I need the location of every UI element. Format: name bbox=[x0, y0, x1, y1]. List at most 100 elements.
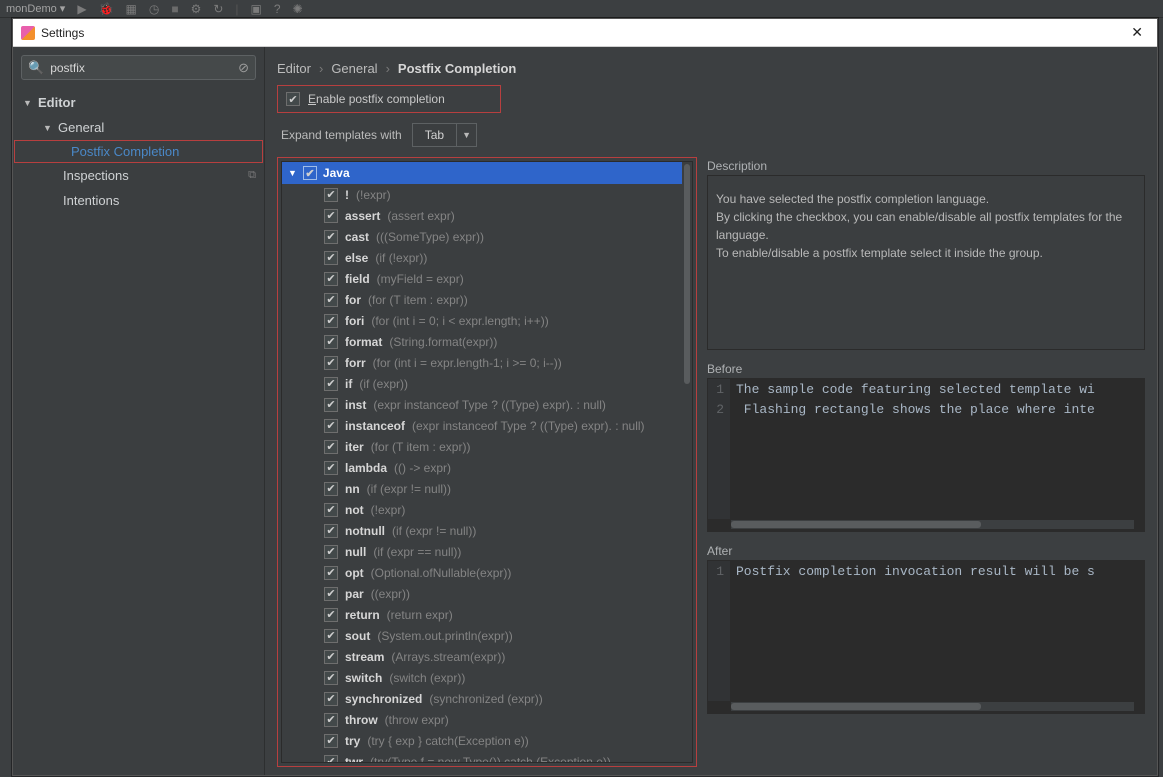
tree-inspections[interactable]: Inspections ⧉ bbox=[13, 163, 264, 188]
tool-icon-3[interactable]: ▣ bbox=[251, 2, 262, 16]
horizontal-scrollbar[interactable] bbox=[731, 702, 1134, 711]
template-checkbox[interactable]: ✔ bbox=[324, 419, 338, 433]
template-item[interactable]: ✔twr(try(Type f = new Type()) catch (Exc… bbox=[282, 751, 684, 762]
template-item[interactable]: ✔field(myField = expr) bbox=[282, 268, 684, 289]
template-name: instanceof bbox=[345, 419, 405, 433]
template-checkbox[interactable]: ✔ bbox=[324, 629, 338, 643]
template-checkbox[interactable]: ✔ bbox=[324, 755, 338, 763]
scrollbar-thumb[interactable] bbox=[731, 521, 981, 528]
template-checkbox[interactable]: ✔ bbox=[324, 734, 338, 748]
clear-search-icon[interactable]: ⊘ bbox=[238, 60, 249, 76]
profile-icon[interactable]: ◷ bbox=[149, 2, 159, 16]
template-item[interactable]: ✔else(if (!expr)) bbox=[282, 247, 684, 268]
template-checkbox[interactable]: ✔ bbox=[324, 356, 338, 370]
template-checkbox[interactable]: ✔ bbox=[324, 482, 338, 496]
template-desc: (if (expr == null)) bbox=[373, 545, 461, 559]
template-item[interactable]: ✔inst(expr instanceof Type ? ((Type) exp… bbox=[282, 394, 684, 415]
template-item[interactable]: ✔notnull(if (expr != null)) bbox=[282, 520, 684, 541]
template-item[interactable]: ✔stream(Arrays.stream(expr)) bbox=[282, 646, 684, 667]
tree-postfix-completion[interactable]: Postfix Completion bbox=[14, 140, 263, 163]
template-checkbox[interactable]: ✔ bbox=[324, 377, 338, 391]
run-icon[interactable]: ▶ bbox=[77, 2, 86, 16]
template-item[interactable]: ✔cast(((SomeType) expr)) bbox=[282, 226, 684, 247]
template-checkbox[interactable]: ✔ bbox=[324, 209, 338, 223]
lang-java-checkbox[interactable]: ✔ bbox=[303, 166, 317, 180]
template-item[interactable]: ✔try(try { exp } catch(Exception e)) bbox=[282, 730, 684, 751]
search-box[interactable]: 🔍 ⊘ bbox=[21, 55, 256, 80]
template-checkbox[interactable]: ✔ bbox=[324, 188, 338, 202]
template-checkbox[interactable]: ✔ bbox=[324, 671, 338, 685]
template-checkbox[interactable]: ✔ bbox=[324, 440, 338, 454]
template-checkbox[interactable]: ✔ bbox=[324, 335, 338, 349]
template-desc: (if (expr != null)) bbox=[392, 524, 476, 538]
lang-java-header[interactable]: ▼ ✔ Java bbox=[282, 162, 692, 184]
after-editor[interactable]: 1Postfix completion invocation result wi… bbox=[707, 560, 1145, 714]
tool-icon-1[interactable]: ⚙ bbox=[191, 2, 202, 16]
vertical-scrollbar[interactable] bbox=[682, 162, 692, 762]
template-item[interactable]: ✔format(String.format(expr)) bbox=[282, 331, 684, 352]
template-checkbox[interactable]: ✔ bbox=[324, 587, 338, 601]
chevron-down-icon[interactable]: ▼ bbox=[456, 124, 476, 146]
tree-editor[interactable]: ▼ Editor bbox=[13, 90, 264, 115]
search-input[interactable] bbox=[50, 61, 232, 75]
debug-icon[interactable]: 🐞 bbox=[99, 2, 114, 16]
template-item[interactable]: ✔if(if (expr)) bbox=[282, 373, 684, 394]
template-item[interactable]: ✔instanceof(expr instanceof Type ? ((Typ… bbox=[282, 415, 684, 436]
template-item[interactable]: ✔synchronized(synchronized (expr)) bbox=[282, 688, 684, 709]
template-item[interactable]: ✔forr(for (int i = expr.length-1; i >= 0… bbox=[282, 352, 684, 373]
template-item[interactable]: ✔switch(switch (expr)) bbox=[282, 667, 684, 688]
scrollbar-thumb[interactable] bbox=[684, 164, 690, 384]
tool-icon-4[interactable]: ✺ bbox=[293, 2, 303, 16]
template-item[interactable]: ✔par((expr)) bbox=[282, 583, 684, 604]
template-checkbox[interactable]: ✔ bbox=[324, 524, 338, 538]
tool-icon-2[interactable]: ↻ bbox=[213, 2, 223, 16]
tree-intentions[interactable]: Intentions bbox=[13, 188, 264, 213]
template-checkbox[interactable]: ✔ bbox=[324, 461, 338, 475]
template-item[interactable]: ✔null(if (expr == null)) bbox=[282, 541, 684, 562]
template-checkbox[interactable]: ✔ bbox=[324, 650, 338, 664]
template-item[interactable]: ✔for(for (T item : expr)) bbox=[282, 289, 684, 310]
expand-value: Tab bbox=[413, 124, 456, 146]
template-name: nn bbox=[345, 482, 360, 496]
help-icon[interactable]: ? bbox=[274, 2, 281, 16]
template-checkbox[interactable]: ✔ bbox=[324, 293, 338, 307]
horizontal-scrollbar[interactable] bbox=[731, 520, 1134, 529]
breadcrumb-editor[interactable]: Editor bbox=[277, 61, 311, 76]
enable-checkbox[interactable]: ✔ bbox=[286, 92, 300, 106]
template-item[interactable]: ✔return(return expr) bbox=[282, 604, 684, 625]
template-item[interactable]: ✔opt(Optional.ofNullable(expr)) bbox=[282, 562, 684, 583]
template-checkbox[interactable]: ✔ bbox=[324, 713, 338, 727]
close-icon[interactable]: ✕ bbox=[1125, 22, 1149, 43]
template-desc: (System.out.println(expr)) bbox=[377, 629, 512, 643]
template-item[interactable]: ✔nn(if (expr != null)) bbox=[282, 478, 684, 499]
expand-select[interactable]: Tab ▼ bbox=[412, 123, 477, 147]
tree-general[interactable]: ▼ General bbox=[13, 115, 264, 140]
template-checkbox[interactable]: ✔ bbox=[324, 566, 338, 580]
template-item[interactable]: ✔!(!expr) bbox=[282, 184, 684, 205]
template-checkbox[interactable]: ✔ bbox=[324, 314, 338, 328]
template-item[interactable]: ✔throw(throw expr) bbox=[282, 709, 684, 730]
template-checkbox[interactable]: ✔ bbox=[324, 503, 338, 517]
template-checkbox[interactable]: ✔ bbox=[324, 230, 338, 244]
scrollbar-thumb[interactable] bbox=[731, 703, 981, 710]
template-checkbox[interactable]: ✔ bbox=[324, 608, 338, 622]
template-item[interactable]: ✔not(!expr) bbox=[282, 499, 684, 520]
enable-postfix-row[interactable]: ✔ Enable postfix completion bbox=[277, 85, 501, 113]
template-item[interactable]: ✔lambda(() -> expr) bbox=[282, 457, 684, 478]
template-checkbox[interactable]: ✔ bbox=[324, 272, 338, 286]
template-item[interactable]: ✔fori(for (int i = 0; i < expr.length; i… bbox=[282, 310, 684, 331]
template-item[interactable]: ✔assert(assert expr) bbox=[282, 205, 684, 226]
template-item[interactable]: ✔sout(System.out.println(expr)) bbox=[282, 625, 684, 646]
stop-icon[interactable]: ■ bbox=[171, 2, 178, 16]
breadcrumb-general[interactable]: General bbox=[331, 61, 377, 76]
template-item[interactable]: ✔iter(for (T item : expr)) bbox=[282, 436, 684, 457]
title-bar[interactable]: Settings ✕ bbox=[13, 19, 1157, 47]
template-list[interactable]: ✔!(!expr)✔assert(assert expr)✔cast(((Som… bbox=[282, 184, 684, 762]
template-checkbox[interactable]: ✔ bbox=[324, 251, 338, 265]
template-checkbox[interactable]: ✔ bbox=[324, 545, 338, 559]
coverage-icon[interactable]: ▦ bbox=[126, 2, 137, 16]
before-editor[interactable]: 1The sample code featuring selected temp… bbox=[707, 378, 1145, 532]
run-config-combo[interactable]: monDemo ▾ bbox=[6, 2, 65, 15]
template-checkbox[interactable]: ✔ bbox=[324, 398, 338, 412]
template-checkbox[interactable]: ✔ bbox=[324, 692, 338, 706]
